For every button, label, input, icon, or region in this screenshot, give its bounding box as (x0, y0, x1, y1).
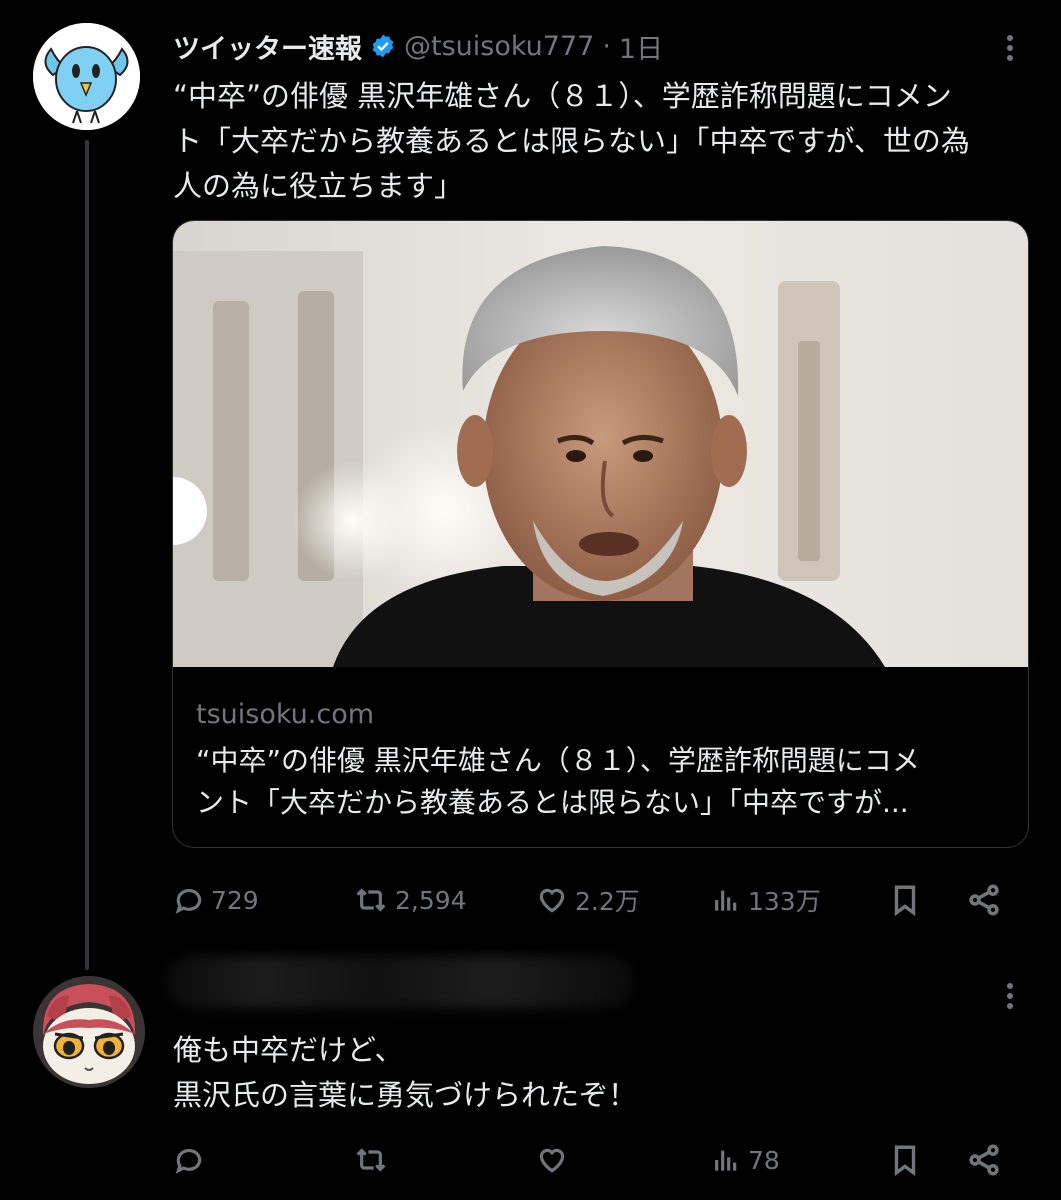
reply-like-button[interactable] (535, 1130, 569, 1190)
separator-dot: · (602, 30, 611, 62)
thread-connector-line (85, 140, 89, 970)
card-title-line: ント「大卒だから教養あるとは限らない」「中卒ですが... (196, 786, 909, 819)
heart-icon (539, 888, 565, 913)
bookmark-icon (894, 885, 916, 917)
more-dots-icon (1007, 983, 1013, 1009)
heart-icon (539, 1148, 565, 1173)
reply-text: 俺も中卒だけど、 黒沢氏の言葉に勇気づけられたぞ！ (173, 1028, 1013, 1118)
display-name[interactable]: ツイッター速報 (173, 27, 362, 66)
card-image[interactable] (173, 221, 1028, 667)
card-photo-illustration (173, 221, 1028, 667)
tweet-text-line: 人の為に役立ちます」 (173, 169, 464, 203)
tweet-text: “中卒”の俳優 黒沢年雄さん（８１）、学歴詐称問題にコメン ト「大卒だから教養あ… (173, 74, 1033, 209)
tweet-header: ツイッター速報 @tsuisoku777 · 1日 (173, 26, 663, 66)
views-icon (715, 890, 737, 911)
tweet-actions: 729 2,594 2.2万 133万 (173, 870, 1013, 930)
reply-icon (175, 889, 202, 914)
blurred-reply-author (165, 956, 635, 1008)
card-title: “中卒”の俳優 黒沢年雄さん（８１）、学歴詐称問題にコメ ント「大卒だから教養あ… (196, 740, 1006, 824)
reply-bookmark-button[interactable] (888, 1130, 922, 1190)
verified-badge-icon (372, 34, 394, 58)
views-icon (715, 1150, 737, 1171)
tweet-text-line: ト「大卒だから教養あるとは限らない」「中卒ですが、世の為 (173, 124, 970, 158)
handle[interactable]: @tsuisoku777 (404, 31, 594, 62)
card-title-line: “中卒”の俳優 黒沢年雄さん（８１）、学歴詐称問題にコメ (196, 744, 920, 777)
bookmark-button[interactable] (888, 870, 922, 930)
retweet-icon (356, 1148, 386, 1172)
like-count: 2.2万 (575, 887, 640, 916)
reply-icon (175, 1149, 202, 1174)
retweet-count: 2,594 (395, 885, 467, 915)
reply-more-options-button[interactable] (990, 978, 1030, 1018)
card-domain: tsuisoku.com (196, 699, 375, 730)
more-options-button[interactable] (990, 30, 1030, 70)
link-card[interactable]: tsuisoku.com “中卒”の俳優 黒沢年雄さん（８１）、学歴詐称問題にコ… (172, 220, 1029, 848)
reply-retweet-button[interactable] (353, 1130, 389, 1190)
avatar-reply-user[interactable] (33, 976, 145, 1088)
timestamp[interactable]: 1日 (619, 27, 663, 66)
reply-views-count: 78 (748, 1145, 780, 1175)
reply-text-line: 俺も中卒だけど、 (173, 1033, 404, 1067)
more-dots-icon (1007, 35, 1013, 61)
reply-share-button[interactable] (966, 1130, 1002, 1190)
reply-button[interactable]: 729 (173, 870, 259, 930)
bookmark-icon (894, 1145, 916, 1177)
share-icon (969, 1144, 999, 1176)
tweet-text-line: “中卒”の俳優 黒沢年雄さん（８１）、学歴詐称問題にコメン (173, 79, 952, 113)
reply-text-line: 黒沢氏の言葉に勇気づけられたぞ！ (173, 1078, 638, 1112)
blue-bird-avatar-icon (33, 23, 140, 130)
reply-views-button[interactable]: 78 (710, 1130, 780, 1190)
plush-character-avatar-icon (33, 976, 145, 1088)
reply-count: 729 (211, 885, 259, 915)
share-button[interactable] (966, 870, 1002, 930)
views-count: 133万 (748, 887, 821, 916)
avatar-twitter-sokuhou[interactable] (33, 23, 140, 130)
reply-reply-button[interactable] (173, 1130, 205, 1190)
reply-actions: 78 (173, 1130, 1013, 1190)
views-button[interactable]: 133万 (710, 870, 821, 930)
share-icon (969, 884, 999, 916)
retweet-button[interactable]: 2,594 (353, 870, 467, 930)
retweet-icon (356, 888, 386, 912)
like-button[interactable]: 2.2万 (535, 870, 640, 930)
